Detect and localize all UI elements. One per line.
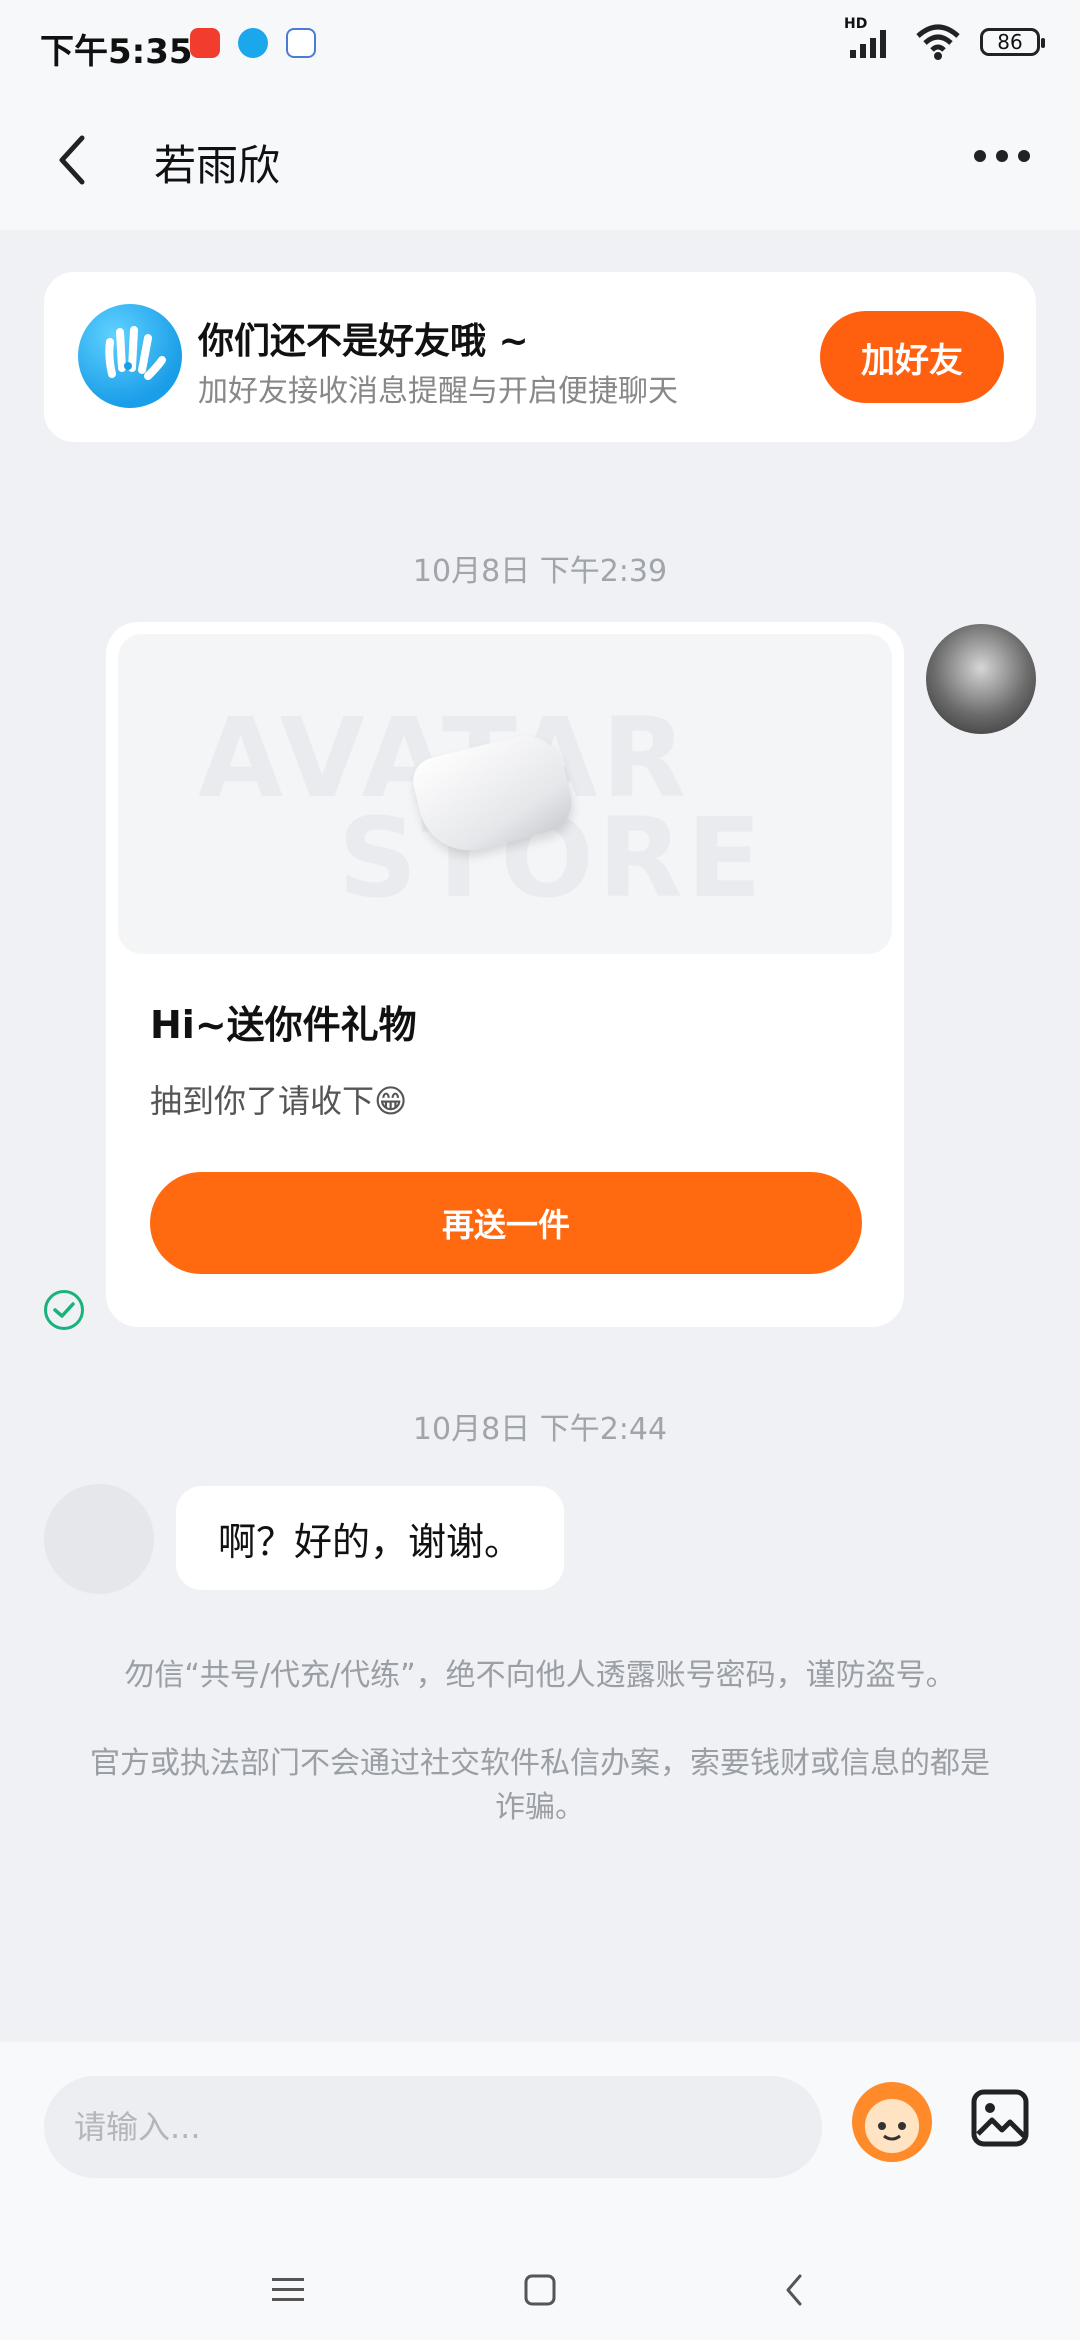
app-notification-icon	[238, 28, 268, 58]
not-friend-banner: 你们还不是好友哦 ~ 加好友接收消息提醒与开启便捷聊天 加好友	[44, 272, 1036, 442]
wifi-icon	[916, 24, 960, 60]
home-icon[interactable]	[510, 2260, 570, 2320]
battery-icon: 86	[980, 28, 1045, 56]
back-nav-icon[interactable]	[764, 2260, 824, 2320]
gift-description: 抽到你了请收下😁	[150, 1082, 408, 1120]
message-timestamp: 10月8日 下午2:39	[412, 554, 668, 589]
sent-check-icon	[44, 1290, 84, 1330]
safety-notice: 官方或执法部门不会通过社交软件私信办案，索要钱财或信息的都是诈骗。	[90, 1746, 990, 1825]
send-another-button[interactable]: 再送一件	[150, 1172, 862, 1274]
gift-message-card[interactable]: AVATAR STORE Hi~送你件礼物 抽到你了请收下😁 再送一件	[106, 622, 904, 1327]
banner-subtitle: 加好友接收消息提醒与开启便捷聊天	[198, 374, 678, 409]
image-picker-icon[interactable]	[970, 2088, 1030, 2148]
received-message-bubble[interactable]: 啊？好的，谢谢。	[176, 1486, 565, 1590]
battery-level: 86	[997, 30, 1023, 54]
add-friend-button[interactable]: 加好友	[820, 311, 1004, 403]
system-navigation-bar	[0, 2260, 1080, 2340]
message-timestamp: 10月8日 下午2:44	[412, 1412, 668, 1447]
app-notification-icon	[190, 28, 220, 58]
sender-avatar[interactable]	[926, 624, 1036, 734]
app-notification-icon	[286, 28, 316, 58]
wave-hand-icon	[78, 304, 182, 408]
mascot-emoji-icon[interactable]	[852, 2082, 932, 2162]
status-time: 下午5:35	[40, 32, 193, 72]
cellular-signal-icon: HD	[844, 16, 896, 62]
chat-title: 若雨欣	[154, 141, 281, 190]
message-input[interactable]	[44, 2076, 822, 2178]
back-arrow-icon[interactable]	[52, 132, 92, 188]
contact-avatar[interactable]	[44, 1484, 154, 1594]
safety-notice: 勿信“共号/代充/代练”，绝不向他人透露账号密码，谨防盗号。	[124, 1658, 956, 1693]
status-bar: 下午5:35 HD 86	[0, 0, 1080, 90]
message-text: 啊？好的，谢谢。	[218, 1519, 523, 1564]
gift-image[interactable]: AVATAR STORE	[118, 634, 892, 954]
banner-title: 你们还不是好友哦 ~	[198, 321, 529, 362]
more-options-icon[interactable]	[974, 150, 1030, 162]
gift-title: Hi~送你件礼物	[150, 1003, 417, 1047]
menu-icon[interactable]	[258, 2260, 318, 2320]
chat-header: 若雨欣	[0, 90, 1080, 230]
